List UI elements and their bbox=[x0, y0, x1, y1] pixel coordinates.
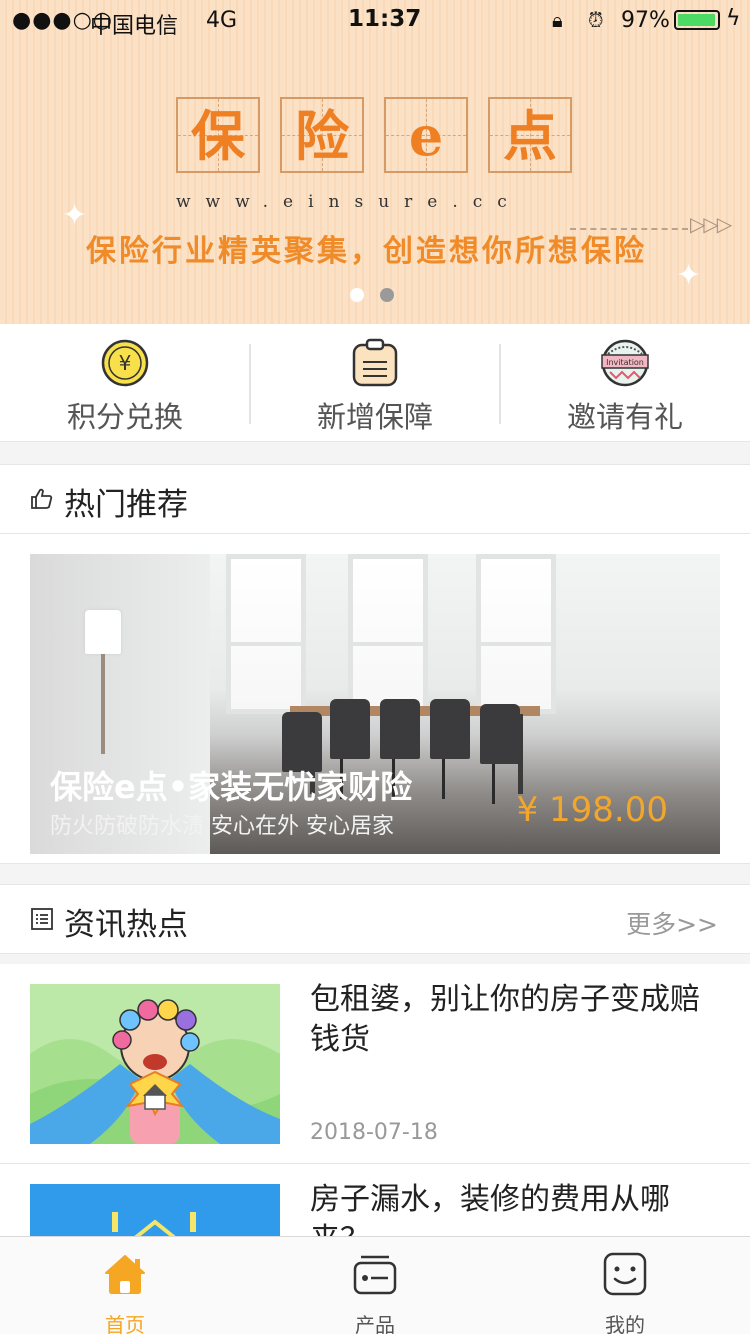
quick-action-add-coverage[interactable]: 新增保障 bbox=[250, 324, 500, 442]
logo-char: 点 bbox=[503, 104, 557, 168]
quick-action-label: 新增保障 bbox=[316, 400, 433, 434]
carrier-name: 中国电信 bbox=[90, 14, 179, 39]
smiley-face-icon bbox=[603, 1252, 647, 1296]
banner-logo: 保 险 e 点 bbox=[176, 97, 576, 173]
sparkle-icon: ✦ bbox=[676, 258, 702, 293]
logo-char-box: e bbox=[384, 97, 468, 173]
quick-action-invite[interactable]: Invitation 邀请有礼 bbox=[500, 324, 750, 442]
quick-action-label: 积分兑换 bbox=[66, 400, 183, 434]
tab-products[interactable]: 产品 bbox=[250, 1237, 500, 1334]
carousel-dots[interactable] bbox=[350, 287, 410, 306]
room-window bbox=[348, 554, 428, 714]
news-thumbnail bbox=[30, 984, 280, 1144]
more-link[interactable]: 更多>> bbox=[626, 905, 718, 941]
logo-char: 险 bbox=[295, 104, 349, 168]
battery-percent: 97% bbox=[621, 8, 670, 33]
home-icon bbox=[105, 1255, 145, 1294]
logo-char: e bbox=[408, 104, 444, 168]
chair-leg bbox=[492, 764, 495, 804]
logo-char: 保 bbox=[191, 104, 245, 168]
section-title: 热门推荐 bbox=[64, 487, 188, 523]
section-title: 资讯热点 bbox=[64, 907, 188, 943]
quick-action-label: 邀请有礼 bbox=[566, 400, 683, 434]
battery-icon bbox=[674, 10, 720, 30]
floor-lamp bbox=[85, 610, 121, 654]
product-price: ¥ 198.00 bbox=[516, 790, 668, 830]
tab-label: 我的 bbox=[605, 1313, 645, 1334]
tab-home[interactable]: 首页 bbox=[0, 1237, 250, 1334]
chair bbox=[380, 699, 420, 759]
carousel-dot[interactable] bbox=[350, 288, 364, 302]
product-subtitle: 防火防破防水渍 安心在外 安心居家 bbox=[50, 814, 394, 839]
banner-carousel[interactable]: ●●●○○ 中国电信 4G 11:37 🔒︎ ⏰︎ 97% ϟ 保 险 e 点 … bbox=[0, 0, 750, 324]
chair bbox=[480, 704, 520, 764]
rotation-lock-icon: 🔒︎ bbox=[552, 8, 563, 32]
svg-text:¥: ¥ bbox=[119, 351, 132, 375]
room-window bbox=[476, 554, 556, 714]
featured-product-card: 保险e点•家装无忧家财险 防火防破防水渍 安心在外 安心居家 ¥ 198.00 bbox=[0, 534, 750, 864]
network-type: 4G bbox=[206, 8, 238, 33]
play-arrows-icon: ▷▷▷ bbox=[690, 212, 732, 236]
chair-leg bbox=[442, 759, 445, 799]
alarm-icon: ⏰︎ bbox=[588, 8, 604, 32]
chair bbox=[330, 699, 370, 759]
crying-landlady-illustration bbox=[30, 984, 280, 1144]
sparkle-icon: ✦ bbox=[62, 198, 88, 233]
charging-icon: ϟ bbox=[726, 6, 741, 31]
news-section-header: 资讯热点 更多>> bbox=[0, 884, 750, 954]
quick-action-points-exchange[interactable]: ¥ 积分兑换 bbox=[0, 324, 250, 442]
thumbs-up-icon bbox=[31, 488, 53, 509]
clipboard-icon bbox=[352, 338, 398, 387]
tab-label: 产品 bbox=[355, 1313, 395, 1334]
product-title: 保险e点•家装无忧家财险 bbox=[50, 768, 413, 806]
logo-char-box: 险 bbox=[280, 97, 364, 173]
news-item[interactable]: 包租婆，别让你的房子变成赔钱货 2018-07-18 bbox=[0, 964, 750, 1164]
floor-lamp-pole bbox=[101, 654, 105, 754]
news-date: 2018-07-18 bbox=[310, 1120, 438, 1145]
carousel-dot-active[interactable] bbox=[380, 288, 394, 302]
logo-char-box: 点 bbox=[488, 97, 572, 173]
invitation-badge-text: Invitation bbox=[606, 358, 644, 367]
logo-char-box: 保 bbox=[176, 97, 260, 173]
hot-section-header: 热门推荐 bbox=[0, 464, 750, 534]
tab-bar: 首页 产品 我的 bbox=[0, 1236, 750, 1334]
tab-mine[interactable]: 我的 bbox=[500, 1237, 750, 1334]
invitation-badge-icon: Invitation bbox=[601, 339, 649, 387]
product-card-icon bbox=[353, 1255, 397, 1295]
tab-label: 首页 bbox=[105, 1313, 145, 1334]
banner-url: www.einsure.cc bbox=[176, 192, 522, 212]
chair bbox=[430, 699, 470, 759]
featured-product[interactable]: 保险e点•家装无忧家财险 防火防破防水渍 安心在外 安心居家 ¥ 198.00 bbox=[30, 554, 720, 854]
clock: 11:37 bbox=[348, 6, 422, 32]
banner-slogan: 保险行业精英聚集，创造想你所想保险 bbox=[86, 234, 647, 269]
list-icon bbox=[31, 908, 53, 930]
room-window bbox=[226, 554, 306, 714]
status-bar: ●●●○○ 中国电信 4G 11:37 🔒︎ ⏰︎ 97% ϟ bbox=[0, 0, 750, 40]
quick-actions: ¥ 积分兑换 新增保障 Invitation 邀请有礼 bbox=[0, 324, 750, 442]
news-title: 包租婆，别让你的房子变成赔钱货 bbox=[310, 982, 700, 1057]
yen-coin-icon: ¥ bbox=[101, 339, 149, 387]
